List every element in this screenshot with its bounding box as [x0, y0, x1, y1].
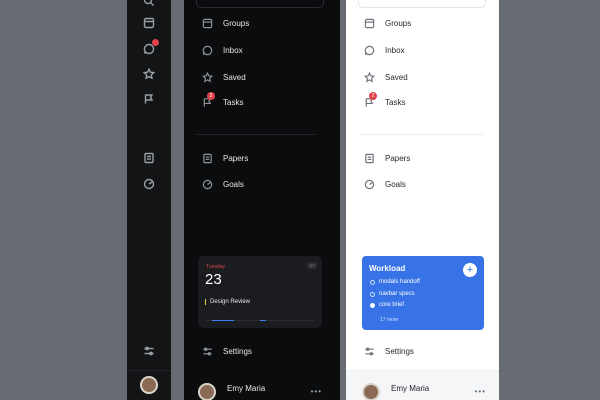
calendar-date: 23: [205, 271, 222, 288]
timeline-segment: [260, 320, 266, 321]
notification-badge: [152, 39, 159, 46]
add-task-button[interactable]: +: [463, 263, 477, 277]
user-name: Emy Maria: [391, 384, 430, 393]
divider: [196, 134, 316, 135]
calendar-badge: 2/7: [307, 262, 317, 269]
sidebar-item-saved[interactable]: Saved: [364, 70, 408, 84]
avatar[interactable]: [362, 383, 380, 400]
icon-rail: [127, 0, 171, 400]
task-status-icon[interactable]: [370, 279, 375, 285]
avatar[interactable]: [140, 376, 158, 394]
sidebar-item-groups[interactable]: Groups: [202, 16, 249, 30]
divider: [358, 134, 483, 135]
archive-icon[interactable]: [142, 16, 156, 30]
sidebar-item-label: Settings: [223, 346, 252, 356]
rail-footer: [127, 370, 171, 400]
user-profile[interactable]: Emy Maria •••: [362, 383, 492, 400]
chat-icon: [202, 45, 213, 55]
document-icon: [203, 153, 212, 163]
workload-task[interactable]: modals handoff: [370, 279, 420, 285]
user-profile[interactable]: Emy Maria •••: [198, 383, 328, 400]
task-status-icon[interactable]: [370, 291, 375, 297]
sidebar-item-saved[interactable]: Saved: [202, 70, 246, 84]
task-done-icon[interactable]: [370, 302, 375, 308]
sidebar-item-inbox[interactable]: Inbox: [202, 43, 243, 57]
calendar-event[interactable]: Design Review: [205, 299, 250, 305]
user-name: Emy Maria: [227, 384, 266, 393]
sidebar-item-tasks[interactable]: 2 Tasks: [202, 91, 244, 109]
task-label: core brief: [379, 302, 405, 308]
settings-icon: [203, 347, 212, 355]
task-label: navbar specs: [379, 291, 415, 297]
sidebar-item-label: Papers: [223, 153, 249, 163]
search-input[interactable]: [196, 0, 324, 8]
sidebar-item-label: Groups: [223, 18, 250, 28]
sidebar-item-label: Inbox: [223, 45, 243, 55]
workload-task[interactable]: navbar specs: [370, 291, 415, 297]
sidebar-item-inbox[interactable]: Inbox: [364, 43, 405, 57]
sidebar-item-label: Groups: [385, 18, 412, 28]
target-icon: [202, 179, 213, 189]
sidebar-item-label: Goals: [385, 179, 406, 189]
sidebar-item-label: Goals: [223, 179, 244, 189]
tasks-count-badge: 2: [207, 91, 215, 100]
avatar[interactable]: [198, 383, 216, 400]
task-label: modals handoff: [379, 279, 420, 285]
more-icon[interactable]: •••: [475, 387, 486, 396]
archive-icon: [364, 18, 375, 28]
workload-title: Workload: [369, 264, 406, 273]
target-icon[interactable]: [142, 177, 156, 191]
sidebar-item-label: Papers: [385, 153, 411, 163]
sidebar-item-label: Saved: [385, 72, 408, 82]
search-input[interactable]: [358, 0, 486, 8]
more-icon[interactable]: •••: [311, 387, 322, 396]
sidebar-item-label: Tasks: [385, 97, 406, 107]
sidebar-item-goals[interactable]: Goals: [364, 177, 406, 191]
sidebar-item-label: Inbox: [385, 45, 405, 55]
chat-icon: [364, 45, 375, 55]
workload-card[interactable]: Workload + modals handoff navbar specs c…: [362, 256, 484, 330]
sidebar-item-label: Settings: [385, 346, 414, 356]
search-icon[interactable]: [142, 0, 156, 8]
sidebar-item-tasks[interactable]: 2 Tasks: [364, 91, 406, 109]
workload-task[interactable]: core brief: [370, 302, 404, 308]
calendar-day: Tuesday: [206, 264, 225, 270]
settings-icon[interactable]: [142, 344, 156, 358]
sidebar-light: Groups Inbox Saved 2 Tasks Papers Goals …: [346, 0, 499, 400]
more-tasks-link[interactable]: 17 more: [380, 317, 398, 323]
document-icon: [365, 153, 374, 163]
sidebar-dark: Groups Inbox Saved 2 Tasks Papers Goals …: [184, 0, 340, 400]
tasks-count-badge: 2: [369, 91, 377, 100]
sidebar-item-label: Saved: [223, 72, 246, 82]
archive-icon: [202, 18, 213, 28]
sidebar-item-settings[interactable]: Settings: [364, 344, 414, 358]
sidebar-item-label: Tasks: [223, 97, 244, 107]
star-icon: [364, 71, 375, 82]
settings-icon: [365, 347, 374, 355]
sidebar-item-papers[interactable]: Papers: [364, 151, 410, 165]
document-icon[interactable]: [142, 151, 156, 165]
target-icon: [364, 179, 375, 189]
calendar-timeline: [206, 320, 314, 321]
star-icon: [202, 71, 213, 82]
flag-icon[interactable]: [142, 92, 156, 106]
sidebar-item-groups[interactable]: Groups: [364, 16, 411, 30]
star-icon[interactable]: [142, 67, 156, 81]
sidebar-item-papers[interactable]: Papers: [202, 151, 248, 165]
sidebar-item-settings[interactable]: Settings: [202, 344, 252, 358]
sidebar-item-goals[interactable]: Goals: [202, 177, 244, 191]
chat-icon[interactable]: [142, 39, 159, 56]
calendar-widget[interactable]: Tuesday 2/7 23 Design Review: [198, 256, 322, 328]
timeline-segment: [212, 320, 234, 321]
